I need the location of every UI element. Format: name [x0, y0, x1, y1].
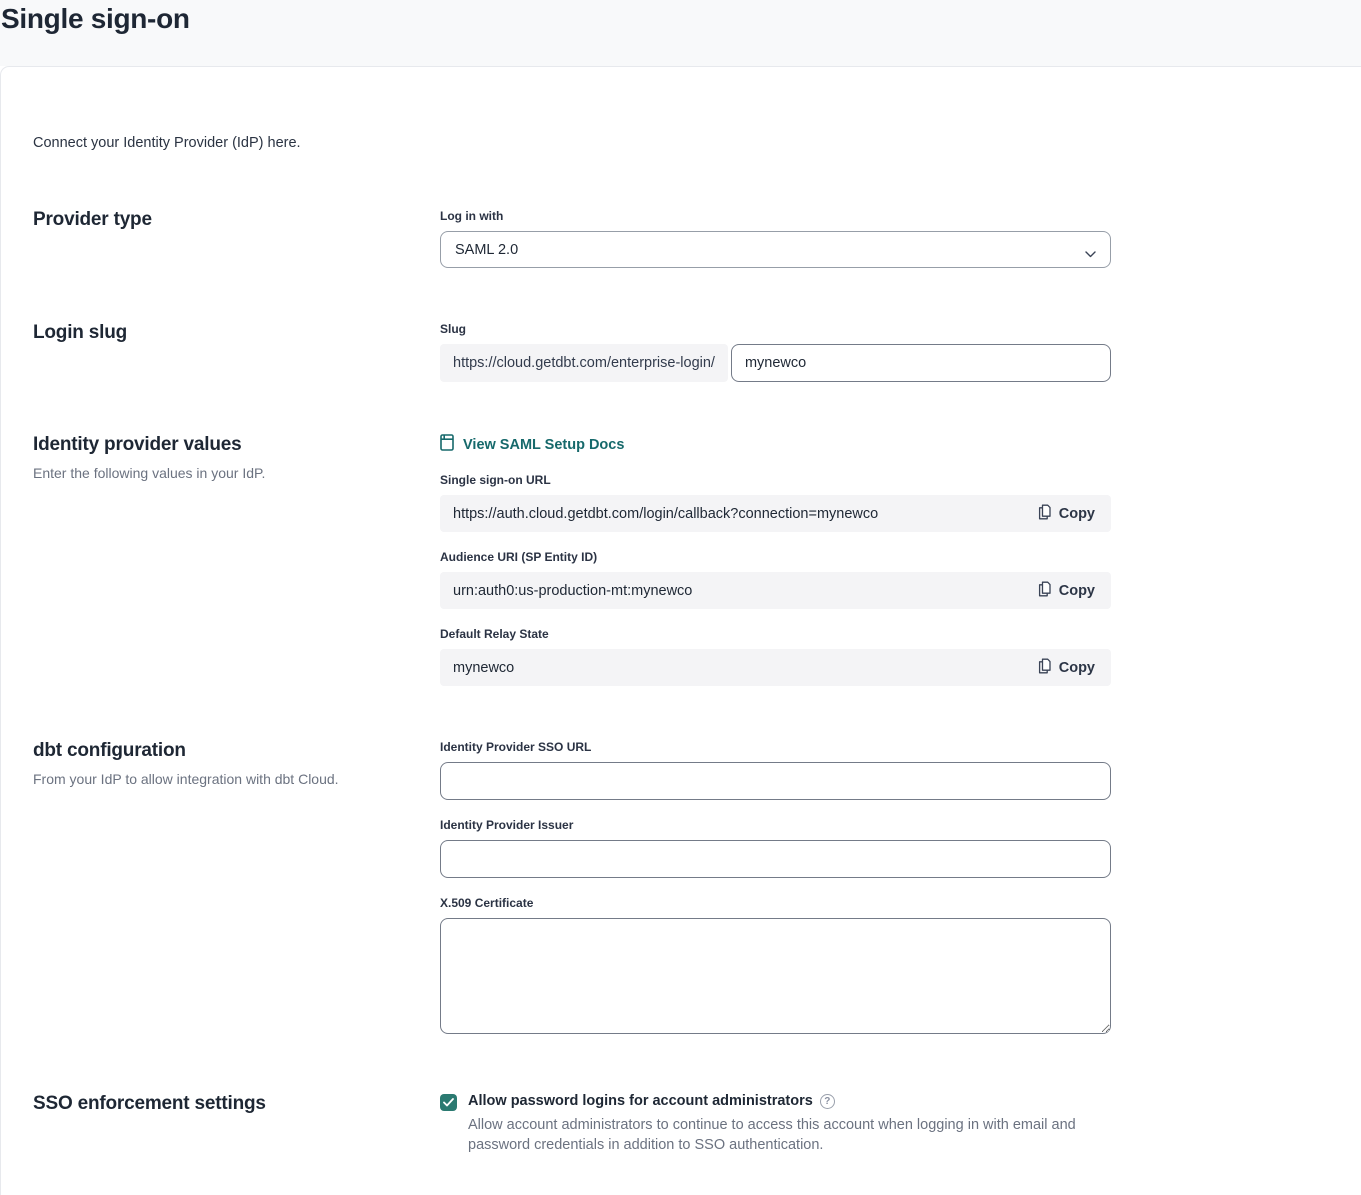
page-title: Single sign-on: [0, 0, 1361, 35]
idp-issuer-label: Identity Provider Issuer: [440, 818, 1111, 833]
slug-input[interactable]: [731, 344, 1111, 382]
login-with-label: Log in with: [440, 209, 1111, 224]
x509-certificate-textarea[interactable]: [440, 918, 1111, 1034]
idp-issuer-input[interactable]: [440, 840, 1111, 878]
dbt-config-subtext: From your IdP to allow integration with …: [33, 771, 440, 787]
copy-icon: [1038, 581, 1051, 601]
allow-password-logins-checkbox[interactable]: [440, 1094, 457, 1111]
section-provider-type: Provider type Log in with SAML 2.0: [33, 209, 1361, 268]
idp-sso-url-input[interactable]: [440, 762, 1111, 800]
saml-docs-link-label: View SAML Setup Docs: [463, 437, 624, 453]
slug-url-prefix: https://cloud.getdbt.com/enterprise-logi…: [440, 344, 728, 382]
relay-state-value: mynewco: [453, 660, 514, 676]
copy-button-label: Copy: [1059, 583, 1095, 599]
login-with-select[interactable]: SAML 2.0: [440, 231, 1111, 268]
audience-uri-label: Audience URI (SP Entity ID): [440, 550, 1111, 565]
login-with-selected-value: SAML 2.0: [455, 242, 518, 258]
settings-card: Connect your Identity Provider (IdP) her…: [0, 66, 1361, 1195]
provider-type-heading: Provider type: [33, 209, 440, 231]
copy-icon: [1038, 658, 1051, 678]
help-icon[interactable]: ?: [820, 1094, 835, 1109]
document-icon: [440, 434, 454, 456]
copy-audience-uri-button[interactable]: Copy: [1035, 581, 1098, 601]
idp-sso-url-label: Identity Provider SSO URL: [440, 740, 1111, 755]
allow-password-logins-description: Allow account administrators to continue…: [468, 1115, 1086, 1155]
idp-values-subtext: Enter the following values in your IdP.: [33, 465, 440, 481]
audience-uri-value-field: urn:auth0:us-production-mt:mynewco Copy: [440, 572, 1111, 609]
copy-button-label: Copy: [1059, 506, 1095, 522]
slug-label: Slug: [440, 322, 1111, 337]
sso-url-label: Single sign-on URL: [440, 473, 1111, 488]
page-header: Single sign-on: [0, 0, 1361, 66]
copy-button-label: Copy: [1059, 660, 1095, 676]
idp-values-heading: Identity provider values: [33, 434, 440, 456]
sso-url-value: https://auth.cloud.getdbt.com/login/call…: [453, 506, 878, 522]
audience-uri-value: urn:auth0:us-production-mt:mynewco: [453, 583, 692, 599]
chevron-down-icon: [1085, 246, 1096, 262]
checkmark-icon: [443, 1094, 454, 1112]
login-slug-heading: Login slug: [33, 322, 440, 344]
section-sso-enforcement: SSO enforcement settings Allow password …: [33, 1093, 1361, 1155]
relay-state-value-field: mynewco Copy: [440, 649, 1111, 686]
copy-icon: [1038, 504, 1051, 524]
copy-sso-url-button[interactable]: Copy: [1035, 504, 1098, 524]
section-dbt-configuration: dbt configuration From your IdP to allow…: [33, 740, 1361, 1039]
intro-text: Connect your Identity Provider (IdP) her…: [33, 67, 1361, 151]
section-login-slug: Login slug Slug https://cloud.getdbt.com…: [33, 322, 1361, 382]
relay-state-label: Default Relay State: [440, 627, 1111, 642]
sso-enforcement-heading: SSO enforcement settings: [33, 1093, 440, 1115]
sso-url-value-field: https://auth.cloud.getdbt.com/login/call…: [440, 495, 1111, 532]
copy-relay-state-button[interactable]: Copy: [1035, 658, 1098, 678]
dbt-config-heading: dbt configuration: [33, 740, 440, 762]
x509-certificate-label: X.509 Certificate: [440, 896, 1111, 911]
allow-password-logins-label: Allow password logins for account admini…: [468, 1093, 813, 1109]
saml-docs-link[interactable]: View SAML Setup Docs: [440, 434, 624, 456]
section-identity-provider-values: Identity provider values Enter the follo…: [33, 434, 1361, 686]
